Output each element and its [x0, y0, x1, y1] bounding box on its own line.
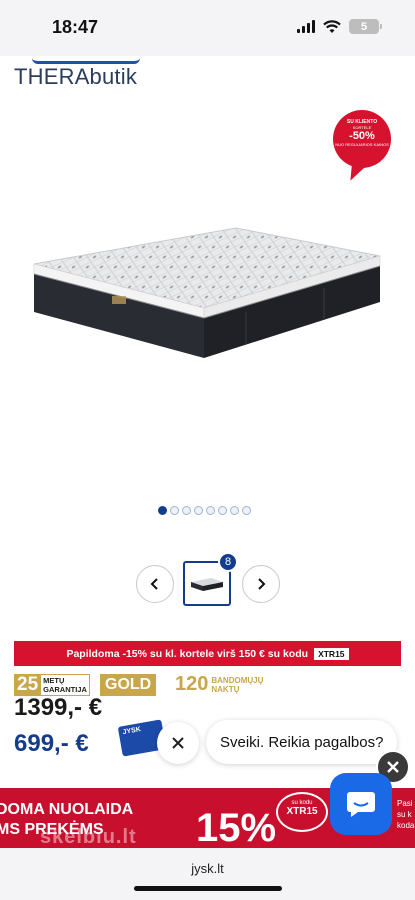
offer-code: XTR15	[314, 647, 349, 660]
chat-launcher-button[interactable]	[330, 773, 392, 835]
ad-side-text: Pasi su k koda	[397, 798, 414, 831]
chevron-left-icon	[150, 578, 158, 590]
previous-image-button[interactable]	[136, 565, 174, 603]
carousel-dots[interactable]	[158, 506, 251, 515]
ad-line1: DOMA NUOLAIDA	[0, 801, 134, 818]
warranty-badge: 25 METŲ GARANTIJA	[14, 674, 90, 696]
close-icon	[387, 761, 399, 773]
carousel-dot[interactable]	[218, 506, 227, 515]
url-text[interactable]: jysk.lt	[0, 861, 415, 876]
club-price: 699,- €	[14, 730, 89, 757]
gold-badge: GOLD	[100, 674, 157, 696]
warranty-line1: METŲ	[43, 676, 65, 685]
carousel-dot[interactable]	[206, 506, 215, 515]
ad-code: XTR15	[286, 806, 318, 817]
trial-line1: BANDOMŲJŲ	[211, 675, 264, 685]
logo-text: THERAbutik	[14, 64, 138, 89]
promo-line1: SU KLIENTO	[346, 119, 378, 125]
battery-level: 5	[360, 20, 368, 33]
status-time: 18:47	[52, 17, 99, 37]
carousel-dot[interactable]	[194, 506, 203, 515]
chat-icon	[347, 792, 375, 817]
home-indicator	[134, 886, 282, 891]
image-count-badge: 8	[218, 552, 238, 572]
carousel-dot[interactable]	[182, 506, 191, 515]
warranty-number: 25	[14, 674, 42, 696]
status-icons: 5	[297, 19, 382, 34]
battery-icon: 5	[349, 19, 382, 34]
carousel-dot[interactable]	[158, 506, 167, 515]
trial-number: 120	[175, 673, 209, 695]
close-icon	[172, 737, 184, 749]
chat-close-button[interactable]	[157, 722, 199, 764]
cellular-signal-icon	[297, 20, 315, 33]
status-bar: 18:47 5	[0, 0, 415, 56]
trial-line2: NAKTŲ	[211, 684, 240, 694]
ad-code-badge: su kodu XTR15	[276, 792, 328, 832]
trial-label: BANDOMŲJŲ NAKTŲ	[211, 676, 263, 694]
promo-badge: SU KLIENTO KORTELE -50% NUO REGULIARIOS …	[333, 110, 391, 168]
promo-discount: -50%	[349, 130, 375, 142]
ad-right-line2: su k	[397, 810, 412, 819]
chat-greeting-bubble[interactable]: Sveiki. Reikia pagalbos?	[206, 720, 397, 764]
mattress-thumbnail-icon	[191, 577, 223, 591]
browser-url-bar[interactable]: jysk.lt	[0, 848, 415, 900]
next-image-button[interactable]	[242, 565, 280, 603]
offer-text: Papildoma -15% su kl. kortele virš 150 €…	[66, 647, 309, 660]
warranty-label: METŲ GARANTIJA	[41, 674, 90, 696]
chat-greeting-text: Sveiki. Reikia pagalbos?	[220, 733, 384, 751]
wifi-icon	[323, 19, 341, 33]
brand-logo[interactable]: THERAbutik	[14, 58, 144, 92]
offer-banner[interactable]: Papildoma -15% su kl. kortele virš 150 €…	[14, 641, 401, 666]
club-card-label: JYSK	[122, 726, 142, 737]
carousel-dot[interactable]	[242, 506, 251, 515]
ad-code-label: su kodu	[291, 800, 313, 806]
carousel-dot[interactable]	[170, 506, 179, 515]
watermark: skelbiu.lt	[40, 826, 137, 848]
product-image[interactable]	[28, 222, 384, 362]
ad-right-line1: Pasi	[397, 799, 413, 808]
trial-nights-badge: 120 BANDOMŲJŲ NAKTŲ	[175, 673, 263, 696]
regular-price: 1399,- €	[14, 694, 103, 721]
ad-right-line3: koda	[397, 821, 415, 830]
carousel-dot[interactable]	[230, 506, 239, 515]
warranty-line2: GARANTIJA	[43, 685, 87, 694]
ad-percent: 15%	[196, 806, 277, 850]
chevron-right-icon	[258, 578, 266, 590]
promo-line3: NUO REGULIARIOS KAINOS	[335, 142, 389, 147]
